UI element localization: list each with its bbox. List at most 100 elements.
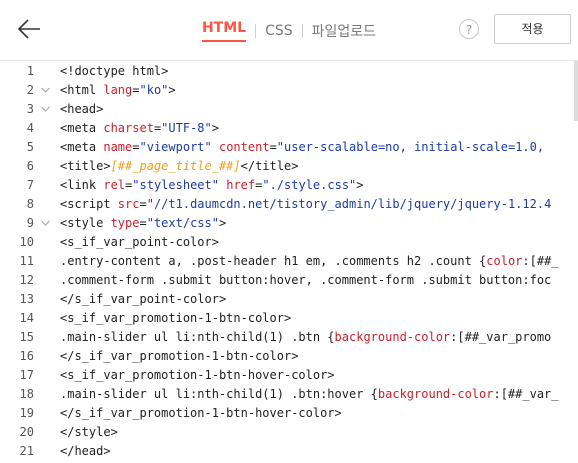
code-token: </style> xyxy=(60,425,118,439)
code-attribute: background-color xyxy=(377,387,494,401)
code-line[interactable]: 19 </s_if_var_promotion-1-btn-hover-color… xyxy=(0,404,578,423)
code-token: <s_if_var_point-color> xyxy=(60,235,219,249)
code-token: > xyxy=(211,121,219,135)
editor-toolbar: HTML CSS 파일업로드 ? 적용 xyxy=(0,0,578,61)
code-string: "text/css" xyxy=(146,216,219,230)
code-attribute: name xyxy=(103,140,133,154)
line-number: 21 xyxy=(19,444,34,458)
code-line[interactable]: 21 </head> xyxy=(0,442,578,461)
code-line[interactable]: 11 .entry-content a, .post-header h1 em, … xyxy=(0,252,578,271)
code-line[interactable]: 5 <meta name="viewport" content="user-sca… xyxy=(0,138,578,157)
code-text: <title>[##_page_title_##]</title> xyxy=(60,157,298,176)
code-line[interactable]: 1 <!doctype html> xyxy=(0,62,578,81)
code-text: <script src="//t1.daumcdn.net/tistory_ad… xyxy=(60,195,551,214)
line-number: 20 xyxy=(19,425,34,439)
help-icon[interactable]: ? xyxy=(459,19,479,39)
line-number: 6 xyxy=(26,159,34,173)
code-text: .main-slider ul li:nth-child(1) .btn:hov… xyxy=(60,385,559,404)
tab-divider xyxy=(255,24,257,38)
code-line[interactable]: 9 <style type="text/css"> xyxy=(0,214,578,233)
fold-chevron-icon[interactable] xyxy=(40,214,51,233)
tab-css[interactable]: CSS xyxy=(265,23,293,39)
code-string: "stylesheet" xyxy=(132,178,219,192)
code-text: </s_if_var_promotion-1-btn-hover-color> xyxy=(60,404,342,423)
code-token: = xyxy=(132,140,140,154)
code-token: </s_if_var_point-color> xyxy=(60,292,227,306)
apply-button[interactable]: 적용 xyxy=(494,14,571,44)
line-number: 15 xyxy=(19,330,34,344)
code-attribute: content xyxy=(218,140,270,154)
code-token: :[##_var_ xyxy=(493,387,559,401)
code-text: </head> xyxy=(60,442,111,461)
code-token: > xyxy=(218,216,227,230)
code-text: .entry-content a, .post-header h1 em, .c… xyxy=(60,252,559,271)
line-number: 7 xyxy=(26,178,34,192)
code-line[interactable]: 15 .main-slider ul li:nth-child(1) .btn {… xyxy=(0,328,578,347)
line-number: 2 xyxy=(26,83,34,97)
code-line[interactable]: 14 <s_if_var_promotion-1-btn-color> xyxy=(0,309,578,328)
code-text: </s_if_var_promotion-1-btn-color> xyxy=(60,347,298,366)
code-line[interactable]: 18 .main-slider ul li:nth-child(1) .btn:h… xyxy=(0,385,578,404)
fold-chevron-icon[interactable] xyxy=(40,81,51,100)
code-line[interactable]: 3 <head> xyxy=(0,100,578,119)
code-token: <head> xyxy=(60,102,104,116)
tab-file-upload[interactable]: 파일업로드 xyxy=(312,21,376,41)
code-token: <script xyxy=(60,197,118,211)
code-string: "ko" xyxy=(139,83,169,97)
code-token: > xyxy=(168,83,176,97)
vertical-scrollbar[interactable] xyxy=(574,61,578,121)
code-template-var: [##_page_title_##] xyxy=(110,159,241,173)
line-number: 11 xyxy=(19,254,34,268)
code-attribute: background-color xyxy=(334,330,451,344)
code-attribute: lang xyxy=(103,83,133,97)
code-string: "UTF-8" xyxy=(161,121,212,135)
fold-chevron-icon[interactable] xyxy=(40,100,51,119)
code-string: "viewport" xyxy=(139,140,212,154)
code-text: <meta charset="UTF-8"> xyxy=(60,119,219,138)
code-token: = xyxy=(269,140,277,154)
line-number: 4 xyxy=(26,121,34,135)
code-line[interactable]: 4 <meta charset="UTF-8"> xyxy=(0,119,578,138)
code-attribute: rel xyxy=(103,178,126,192)
code-line[interactable]: 2 <html lang="ko"> xyxy=(0,81,578,100)
code-string: "//t1.daumcdn.net/tistory_admin/lib/jque… xyxy=(146,197,552,211)
code-line[interactable]: 12 .comment-form .submit button:hover, .c… xyxy=(0,271,578,290)
line-number: 10 xyxy=(19,235,34,249)
code-line[interactable]: 8 <script src="//t1.daumcdn.net/tistory_a… xyxy=(0,195,578,214)
code-line[interactable]: 16 </s_if_var_promotion-1-btn-color> xyxy=(0,347,578,366)
code-token: = xyxy=(132,83,140,97)
code-line[interactable]: 20 </style> xyxy=(0,423,578,442)
code-text: <!doctype html> xyxy=(60,62,168,81)
code-token: <meta xyxy=(60,121,104,135)
code-text: <s_if_var_promotion-1-btn-color> xyxy=(60,309,291,328)
line-number: 1 xyxy=(26,64,34,78)
code-token: <style xyxy=(60,216,111,230)
code-token: .entry-content a, .post-header h1 em, .c… xyxy=(60,254,487,268)
code-text: .main-slider ul li:nth-child(1) .btn {ba… xyxy=(60,328,551,347)
code-token: </head> xyxy=(60,444,111,458)
code-line[interactable]: 13 </s_if_var_point-color> xyxy=(0,290,578,309)
code-token: :[##_var_promo xyxy=(450,330,552,344)
code-line[interactable]: 7 <link rel="stylesheet" href="./style.cs… xyxy=(0,176,578,195)
tab-html[interactable]: HTML xyxy=(201,20,247,42)
code-attribute: src xyxy=(117,197,140,211)
code-line[interactable]: 17 <s_if_var_promotion-1-btn-hover-color> xyxy=(0,366,578,385)
code-text: <s_if_var_point-color> xyxy=(60,233,219,252)
editor-tabs: HTML CSS 파일업로드 xyxy=(0,20,578,42)
code-token: = xyxy=(139,216,147,230)
code-editor[interactable]: 1 <!doctype html> 2 <html lang="ko"> 3 <head>… xyxy=(0,61,578,463)
code-attribute: color xyxy=(486,254,523,268)
code-text: <html lang="ko"> xyxy=(60,81,176,100)
code-string: "user-scalable=no, initial-scale=1.0, xyxy=(276,140,552,154)
code-text: <link rel="stylesheet" href="./style.css… xyxy=(60,176,364,195)
code-attribute: type xyxy=(110,216,140,230)
code-token: </s_if_var_promotion-1-btn-color> xyxy=(60,349,299,363)
line-number: 18 xyxy=(19,387,34,401)
line-number: 16 xyxy=(19,349,34,363)
line-number: 9 xyxy=(26,216,34,230)
code-line[interactable]: 6 <title>[##_page_title_##]</title> xyxy=(0,157,578,176)
code-line[interactable]: 10 <s_if_var_point-color> xyxy=(0,233,578,252)
code-token: = xyxy=(139,197,147,211)
code-text: <meta name="viewport" content="user-scal… xyxy=(60,138,551,157)
code-token: :[##_ xyxy=(522,254,559,268)
